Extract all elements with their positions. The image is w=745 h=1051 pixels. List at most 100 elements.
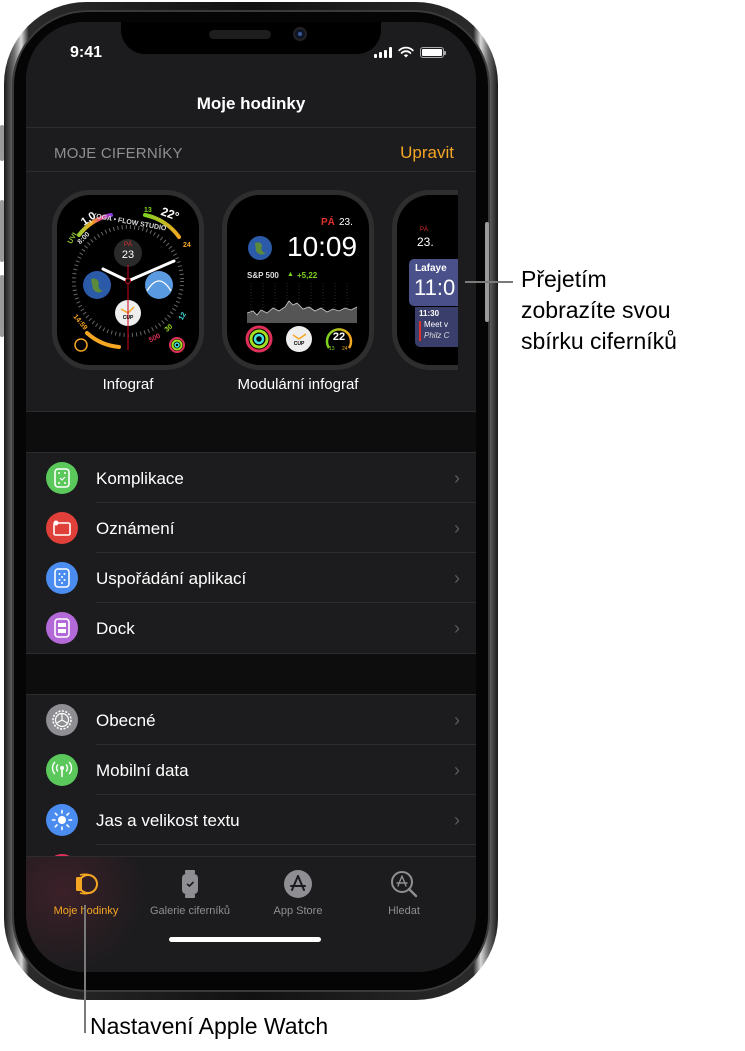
tab-label: App Store <box>273 905 323 917</box>
silent-switch <box>0 125 4 161</box>
face-gallery-icon <box>182 870 198 898</box>
settings-item-label: Uspořádání aplikací <box>96 569 247 588</box>
timezone-card: Lafaye 11:0 <box>409 259 458 306</box>
watch-face-frame: PÁ 23. Lafaye 11:0 11:30 Meet v Philz C <box>392 190 458 370</box>
settings-item-label: Obecné <box>96 711 156 730</box>
temperature-value: 22 <box>332 331 346 343</box>
settings-group-general: Obecné › Mobilní data › Jas a velikost t… <box>26 694 476 858</box>
date-number: 23. <box>339 217 353 228</box>
watch-face-screen: PÁ 23. Lafaye 11:0 11:30 Meet v Philz C <box>397 195 458 365</box>
callout-line-settings <box>84 905 86 1033</box>
stock-up-icon: ▲ <box>287 271 294 278</box>
settings-group-watch-faces: Komplikace › Oznámení › Uspořádání aplik… <box>26 452 476 654</box>
callout-swipe-faces: Přejetím zobrazíte svou sbírku ciferníků <box>521 264 677 357</box>
settings-item-label: Komplikace <box>96 469 184 488</box>
tab-label: Moje hodinky <box>53 905 119 917</box>
tab-app-store[interactable]: App Store <box>242 865 354 925</box>
status-icons <box>374 46 446 58</box>
date-day: PÁ <box>123 242 132 248</box>
callout-watch-settings: Nastavení Apple Watch <box>90 1013 329 1039</box>
watch-face-screen: 1,0 UVI 8:00 YOGA • FLOW STUDIO 13 22° 2… <box>57 195 199 365</box>
settings-item-app-layout[interactable]: Uspořádání aplikací › <box>26 553 476 603</box>
earth-icon <box>248 236 272 260</box>
tab-my-watch[interactable]: Moje hodinky <box>30 865 142 925</box>
watch-face-screen: PÁ 23. 10:09 S&P 500 ▲ +5,22 CUP 22 13 2… <box>227 195 369 365</box>
watch-face-infograf[interactable]: 1,0 UVI 8:00 YOGA • FLOW STUDIO 13 22° 2… <box>52 190 204 393</box>
settings-item-label: Dock <box>96 619 135 638</box>
tab-bar: Moje hodinky Galerie ciferníků App Store <box>26 856 476 972</box>
cellular-icon <box>46 754 78 786</box>
page-title: Moje hodinky <box>196 94 306 113</box>
scroll-content[interactable]: MOJE CIFERNÍKY Upravit 1,0 UVI 8:00 YOGA… <box>26 128 476 858</box>
event-time: 11:30 <box>419 309 440 318</box>
dock-icon <box>46 612 78 644</box>
settings-item-complications[interactable]: Komplikace › <box>26 453 476 503</box>
temp-low: 13 <box>329 346 335 352</box>
phone-screen: 9:41 Moje hodinky MOJE CIFERNÍKY Upravit <box>26 22 476 972</box>
app-layout-icon <box>46 562 78 594</box>
settings-item-cellular[interactable]: Mobilní data › <box>26 745 476 795</box>
callout-line-2: zobrazíte svou <box>521 297 671 323</box>
navigation-bar: Moje hodinky <box>26 66 476 128</box>
location-time: 11:0 <box>414 275 456 300</box>
my-faces-section: MOJE CIFERNÍKY Upravit 1,0 UVI 8:00 YOGA… <box>26 128 476 412</box>
brightness-icon <box>46 804 78 836</box>
chevron-right-icon: › <box>454 468 460 488</box>
cellular-signal-icon <box>374 46 392 58</box>
tab-face-gallery[interactable]: Galerie ciferníků <box>134 865 246 925</box>
date-number: 23. <box>417 235 434 249</box>
settings-item-notifications[interactable]: Oznámení › <box>26 503 476 553</box>
digital-time: 10:09 <box>287 231 358 262</box>
calendar-card: 11:30 Meet v Philz C <box>415 307 458 347</box>
callout-line-1: Přejetím <box>521 266 607 292</box>
tab-search[interactable]: Hledat <box>348 865 460 925</box>
date-day: PÁ <box>321 217 335 228</box>
chevron-right-icon: › <box>454 568 460 588</box>
temp-high: 24 <box>342 346 348 352</box>
my-faces-header: MOJE CIFERNÍKY Upravit <box>26 128 476 172</box>
side-button <box>485 222 489 322</box>
watch-face-frame: 1,0 UVI 8:00 YOGA • FLOW STUDIO 13 22° 2… <box>52 190 204 370</box>
settings-item-label: Mobilní data <box>96 761 189 780</box>
section-title: MOJE CIFERNÍKY <box>54 145 183 162</box>
volume-down-button <box>0 275 4 337</box>
home-indicator[interactable] <box>169 937 321 942</box>
wifi-icon <box>398 46 414 58</box>
my-watch-icon <box>76 873 98 895</box>
search-icon <box>391 871 418 898</box>
settings-item-general[interactable]: Obecné › <box>26 695 476 745</box>
settings-item-dock[interactable]: Dock › <box>26 603 476 653</box>
chevron-right-icon: › <box>454 710 460 730</box>
chevron-right-icon: › <box>454 518 460 538</box>
callout-line-swipe <box>465 281 513 283</box>
app-store-icon <box>284 870 312 898</box>
stock-change: +5,22 <box>297 271 318 280</box>
watch-face-partial[interactable]: PÁ 23. Lafaye 11:0 11:30 Meet v Philz C <box>392 190 458 370</box>
tab-label: Galerie ciferníků <box>149 905 231 917</box>
settings-item-brightness[interactable]: Jas a velikost textu › <box>26 795 476 845</box>
event-title: Meet v <box>424 320 449 329</box>
face-name: Modulární infograf <box>237 376 359 393</box>
stock-name: S&P 500 <box>247 271 279 280</box>
edit-button[interactable]: Upravit <box>400 143 454 163</box>
chevron-right-icon: › <box>454 810 460 830</box>
notifications-icon <box>46 512 78 544</box>
tab-label: Hledat <box>388 905 420 917</box>
battery-icon <box>420 46 446 58</box>
temp-low: 13 <box>144 207 152 214</box>
status-time: 9:41 <box>70 44 103 61</box>
settings-item-label: Jas a velikost textu <box>96 811 240 830</box>
callout-line-3: sbírku ciferníků <box>521 328 677 354</box>
notch <box>121 22 381 54</box>
volume-up-button <box>0 200 4 262</box>
date-day: PÁ <box>420 227 429 233</box>
watch-face-frame: PÁ 23. 10:09 S&P 500 ▲ +5,22 CUP 22 13 2… <box>222 190 374 370</box>
stock-chart <box>247 283 358 323</box>
location-name: Lafaye <box>415 263 447 274</box>
activity-rings-icon <box>245 325 273 353</box>
watch-face-modular-infograph[interactable]: PÁ 23. 10:09 S&P 500 ▲ +5,22 CUP 22 13 2… <box>222 190 374 393</box>
gear-icon <box>46 704 78 736</box>
complications-icon <box>46 462 78 494</box>
